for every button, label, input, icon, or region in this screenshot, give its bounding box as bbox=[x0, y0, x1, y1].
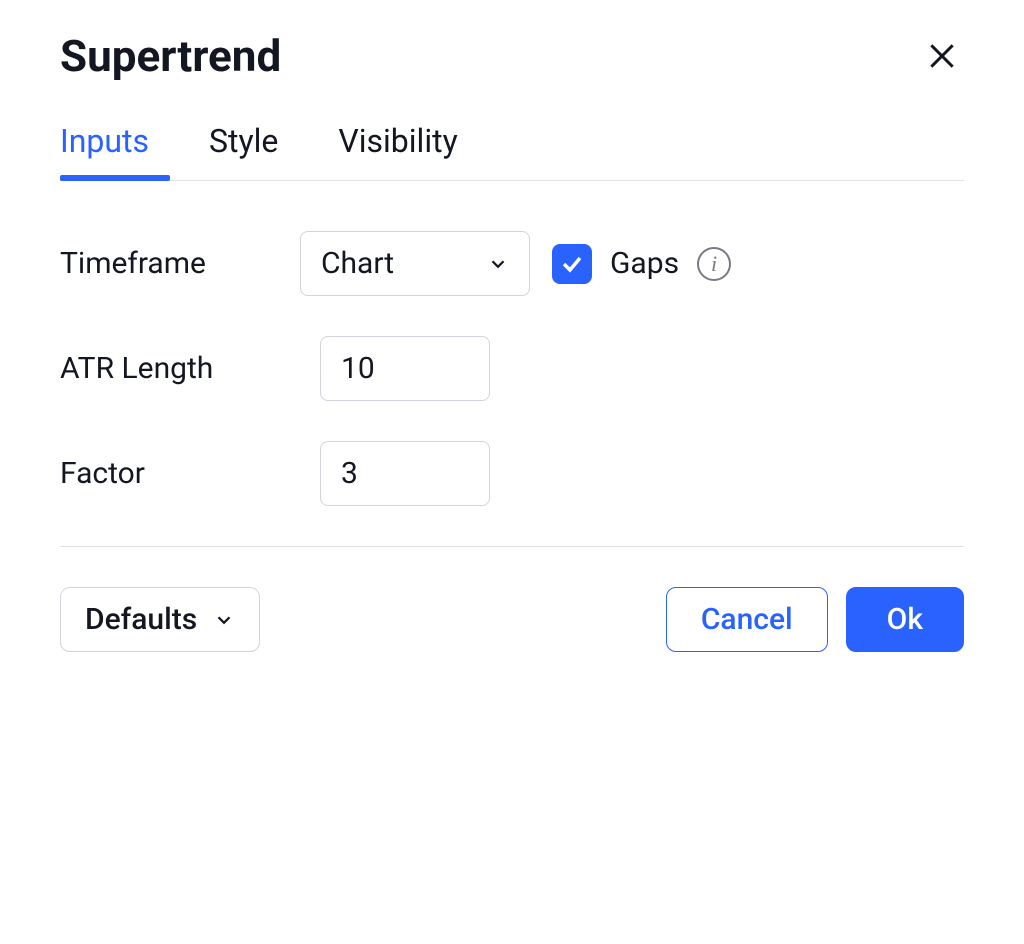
dialog-title: Supertrend bbox=[60, 30, 281, 82]
defaults-label: Defaults bbox=[85, 602, 197, 637]
atr-length-input[interactable] bbox=[320, 336, 490, 401]
dialog-footer: Defaults Cancel Ok bbox=[60, 547, 964, 652]
tab-visibility[interactable]: Visibility bbox=[338, 122, 457, 180]
check-icon bbox=[560, 252, 584, 276]
footer-actions: Cancel Ok bbox=[666, 587, 964, 652]
timeframe-value: Chart bbox=[321, 246, 394, 281]
atr-length-label: ATR Length bbox=[60, 351, 320, 386]
tab-bar: Inputs Style Visibility bbox=[60, 122, 964, 181]
gaps-checkbox[interactable] bbox=[552, 244, 592, 284]
defaults-button[interactable]: Defaults bbox=[60, 587, 260, 652]
chevron-down-icon bbox=[487, 253, 509, 275]
gaps-label: Gaps bbox=[610, 246, 679, 281]
gaps-info-icon[interactable]: i bbox=[697, 247, 731, 281]
row-factor: Factor bbox=[60, 441, 964, 506]
close-icon bbox=[926, 40, 958, 72]
form-inputs: Timeframe Chart Gaps i ATR Length Factor bbox=[60, 181, 964, 547]
timeframe-select[interactable]: Chart bbox=[300, 231, 530, 296]
chevron-down-icon bbox=[213, 609, 235, 631]
ok-button[interactable]: Ok bbox=[846, 587, 964, 652]
row-atr-length: ATR Length bbox=[60, 336, 964, 401]
tab-style[interactable]: Style bbox=[209, 122, 278, 180]
tab-inputs[interactable]: Inputs bbox=[60, 122, 149, 180]
dialog-header: Supertrend bbox=[60, 30, 964, 82]
cancel-button[interactable]: Cancel bbox=[666, 587, 828, 652]
factor-input[interactable] bbox=[320, 441, 490, 506]
close-button[interactable] bbox=[920, 34, 964, 78]
factor-label: Factor bbox=[60, 456, 320, 491]
timeframe-label: Timeframe bbox=[60, 246, 300, 281]
row-timeframe: Timeframe Chart Gaps i bbox=[60, 231, 964, 296]
